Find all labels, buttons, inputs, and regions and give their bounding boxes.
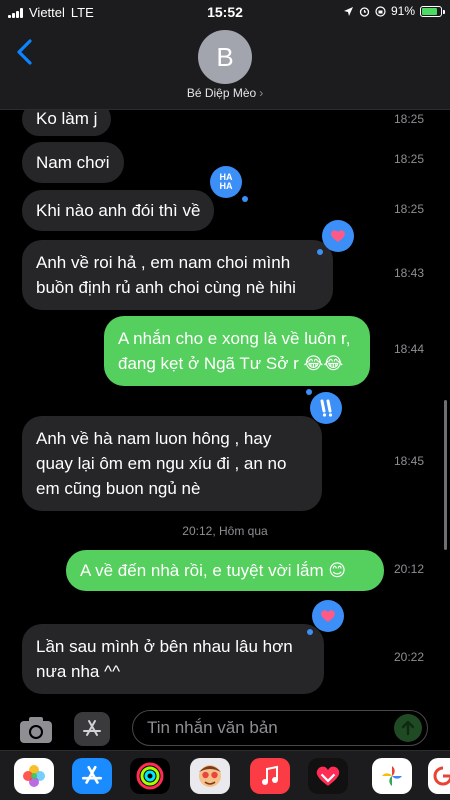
- heart-hands-icon: [316, 766, 340, 786]
- battery-fill: [422, 7, 437, 15]
- message-bubble-incoming[interactable]: Khi nào anh đói thì về: [22, 190, 215, 231]
- message-list[interactable]: Ko làm j 18:25 Nam chơi 18:25 Khi nào an…: [0, 110, 450, 710]
- chevron-right-icon: ›: [259, 86, 264, 100]
- contact-name-button[interactable]: Bé Diệp Mèo ›: [0, 86, 450, 100]
- music-note-icon: [262, 765, 278, 785]
- message-timestamp: 18:43: [394, 266, 425, 280]
- send-button[interactable]: [394, 714, 422, 742]
- alarm-clock-icon: [359, 6, 370, 17]
- message-bubble-incoming[interactable]: Ko làm j: [22, 110, 112, 136]
- emphasis-reaction-badge[interactable]: [306, 389, 342, 424]
- message-timestamp: 20:22: [394, 650, 425, 664]
- heart-icon: [331, 230, 345, 242]
- exclamation-icon: [320, 399, 333, 417]
- message-text: A về đến nhà rồi, e tuyệt vời lắm 😊: [80, 561, 347, 580]
- reaction-tail: [307, 629, 313, 635]
- app-store-a-icon: [81, 765, 103, 784]
- google-app-button[interactable]: [428, 758, 450, 794]
- avatar-initial: B: [216, 41, 234, 72]
- contact-avatar[interactable]: B: [198, 30, 252, 84]
- haha-reaction-badge[interactable]: HA HA: [210, 166, 248, 202]
- message-bubble-incoming[interactable]: Anh về hà nam luon hông , hay quay lại ô…: [22, 416, 322, 511]
- message-timestamp: 20:12: [394, 562, 425, 576]
- memoji-face-icon: [199, 765, 221, 787]
- pinwheel-icon: [382, 766, 402, 786]
- app-drawer: [0, 750, 450, 800]
- camera-icon[interactable]: [18, 714, 54, 746]
- message-bubble-incoming[interactable]: Nam chơi: [22, 142, 124, 183]
- message-text: Ko làm j: [36, 110, 98, 128]
- conversation-header: B Bé Diệp Mèo ›: [0, 24, 450, 110]
- reaction-tail: [317, 249, 323, 255]
- message-bubble-incoming[interactable]: Anh về roi hả , em nam choi mình buồn đị…: [22, 240, 333, 310]
- battery-icon: [420, 5, 445, 17]
- message-bubble-incoming[interactable]: Lần sau mình ở bên nhau lâu hơn nưa nha …: [22, 624, 324, 694]
- haha-text: HA: [219, 181, 233, 191]
- activity-rings-icon: [136, 762, 164, 790]
- message-bubble-outgoing[interactable]: A về đến nhà rồi, e tuyệt vời lắm 😊: [66, 550, 384, 591]
- location-arrow-icon: [343, 6, 353, 16]
- music-app-button[interactable]: [250, 758, 290, 794]
- heart-icon: [321, 610, 335, 622]
- app-store-icon: [83, 720, 101, 736]
- digital-touch-app-button[interactable]: [308, 758, 348, 794]
- photos-flower-icon: [23, 765, 45, 787]
- back-chevron-icon[interactable]: [14, 38, 36, 66]
- status-bar: Viettel LTE 15:52 91%: [0, 0, 450, 24]
- app-store-button[interactable]: [74, 712, 110, 746]
- message-timestamp: 18:25: [394, 112, 425, 126]
- compose-bar: [0, 710, 450, 750]
- message-timestamp: 18:25: [394, 202, 425, 216]
- day-separator: 20:12, Hôm qua: [182, 524, 268, 538]
- google-g-icon: [433, 766, 450, 786]
- contact-name: Bé Diệp Mèo: [186, 86, 257, 100]
- app-store-app-button[interactable]: [72, 758, 112, 794]
- message-input[interactable]: [132, 710, 428, 746]
- message-timestamp: 18:25: [394, 152, 425, 166]
- message-text: Nam chơi: [36, 153, 110, 172]
- status-right: 91%: [343, 4, 445, 18]
- photos-app-button[interactable]: [14, 758, 54, 794]
- heart-reaction-badge[interactable]: [317, 220, 354, 255]
- message-text: Khi nào anh đói thì về: [36, 201, 201, 220]
- reaction-tail: [306, 389, 312, 395]
- message-bubble-outgoing[interactable]: A nhắn cho e xong là về luôn r, đang kẹt…: [104, 316, 370, 386]
- message-timestamp: 18:44: [394, 342, 425, 356]
- message-timestamp: 18:45: [394, 454, 425, 468]
- activity-app-button[interactable]: [130, 758, 170, 794]
- reaction-tail: [242, 196, 248, 202]
- memoji-app-button[interactable]: [190, 758, 230, 794]
- arrow-up-icon: [401, 720, 415, 736]
- message-text: Anh về roi hả , em nam choi mình buồn đị…: [36, 253, 296, 297]
- google-photos-app-button[interactable]: [372, 758, 412, 794]
- message-text: Anh về hà nam luon hông , hay quay lại ô…: [36, 429, 287, 498]
- heart-reaction-badge[interactable]: [307, 600, 344, 635]
- scrollbar[interactable]: [444, 400, 447, 550]
- battery-percent: 91%: [390, 4, 415, 18]
- message-text: A nhắn cho e xong là về luôn r, đang kẹt…: [118, 329, 351, 373]
- orientation-lock-icon: [375, 5, 386, 17]
- message-text: Lần sau mình ở bên nhau lâu hơn nưa nha …: [36, 637, 293, 681]
